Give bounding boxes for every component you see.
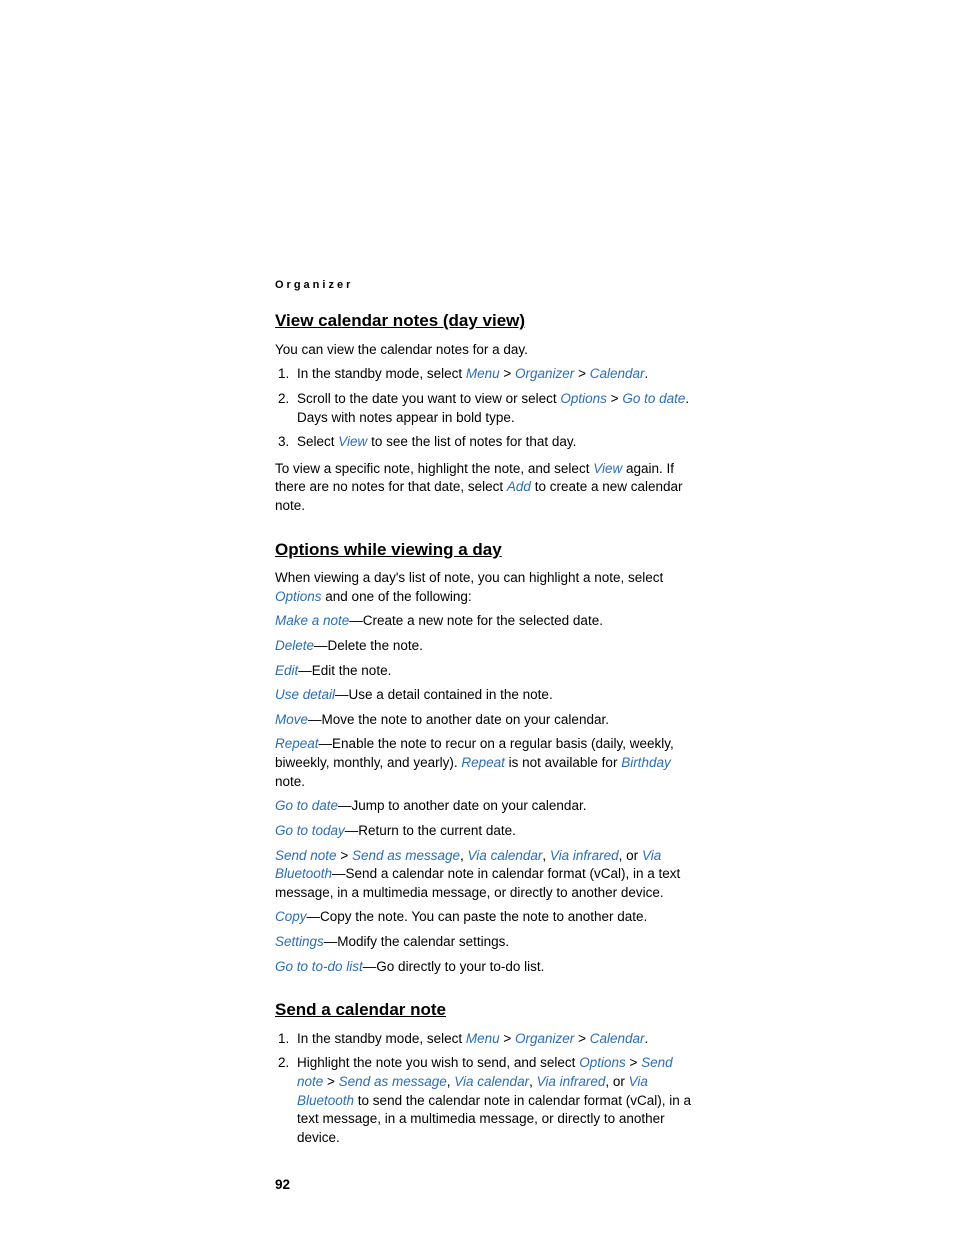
text: , or	[605, 1074, 628, 1089]
text: —Send a calendar note in calendar format…	[275, 866, 680, 900]
menu-keyword: Options	[275, 589, 322, 604]
menu-keyword: Via calendar	[468, 848, 543, 863]
text: —Create a new note for the selected date…	[349, 613, 603, 628]
comma: ,	[542, 848, 550, 863]
sep: >	[626, 1055, 641, 1070]
text: Highlight the note you wish to send, and…	[297, 1055, 579, 1070]
option-keyword: Edit	[275, 663, 298, 678]
text: In the standby mode, select	[297, 366, 466, 381]
text: and one of the following:	[322, 589, 472, 604]
option-line: Go to to-do list—Go directly to your to-…	[275, 958, 692, 977]
comma: ,	[460, 848, 468, 863]
text: .	[645, 1031, 649, 1046]
steps-list-1: In the standby mode, select Menu > Organ…	[275, 365, 692, 452]
text: Scroll to the date you want to view or s…	[297, 391, 560, 406]
text: —Delete the note.	[314, 638, 423, 653]
text: —Use a detail contained in the note.	[335, 687, 553, 702]
menu-keyword: Organizer	[515, 1031, 574, 1046]
text: to see the list of notes for that day.	[367, 434, 576, 449]
option-keyword: Send note	[275, 848, 337, 863]
option-line: Make a note—Create a new note for the se…	[275, 612, 692, 631]
page-number: 92	[275, 1176, 692, 1195]
text: , or	[619, 848, 642, 863]
menu-keyword: Via infrared	[537, 1074, 606, 1089]
menu-keyword: Birthday	[621, 755, 671, 770]
option-line: Go to today—Return to the current date.	[275, 822, 692, 841]
trail-text: To view a specific note, highlight the n…	[275, 460, 692, 516]
text: —Move the note to another date on your c…	[308, 712, 609, 727]
option-keyword: Move	[275, 712, 308, 727]
text: to send the calendar note in calendar fo…	[297, 1093, 691, 1145]
menu-keyword: Organizer	[515, 366, 574, 381]
text: When viewing a day's list of note, you c…	[275, 570, 663, 585]
menu-keyword: Repeat	[461, 755, 505, 770]
menu-keyword: View	[338, 434, 367, 449]
menu-keyword: Via infrared	[550, 848, 619, 863]
sep: >	[574, 1031, 589, 1046]
text: note.	[275, 774, 305, 789]
menu-keyword: Menu	[466, 366, 500, 381]
text: —Copy the note. You can paste the note t…	[307, 909, 648, 924]
option-line: Copy—Copy the note. You can paste the no…	[275, 908, 692, 927]
text: —Edit the note.	[298, 663, 391, 678]
steps-list-2: In the standby mode, select Menu > Organ…	[275, 1030, 692, 1148]
sep: >	[574, 366, 589, 381]
menu-keyword: Options	[579, 1055, 626, 1070]
step-item: Select View to see the list of notes for…	[293, 433, 692, 452]
step-item: Scroll to the date you want to view or s…	[293, 390, 692, 427]
option-line: Move—Move the note to another date on yo…	[275, 711, 692, 730]
option-keyword: Go to today	[275, 823, 345, 838]
menu-keyword: Go to date	[622, 391, 685, 406]
sep: >	[323, 1074, 338, 1089]
menu-keyword: Options	[560, 391, 607, 406]
text: To view a specific note, highlight the n…	[275, 461, 593, 476]
heading-options-viewing-day: Options while viewing a day	[275, 538, 692, 561]
document-page: Organizer View calendar notes (day view)…	[0, 0, 954, 1194]
text: In the standby mode, select	[297, 1031, 466, 1046]
option-line: Go to date—Jump to another date on your …	[275, 797, 692, 816]
option-line: Send note > Send as message, Via calenda…	[275, 847, 692, 903]
option-keyword: Go to date	[275, 798, 338, 813]
comma: ,	[529, 1074, 537, 1089]
step-item: Highlight the note you wish to send, and…	[293, 1054, 692, 1147]
option-line: Use detail—Use a detail contained in the…	[275, 686, 692, 705]
menu-keyword: Send as message	[339, 1074, 447, 1089]
option-keyword: Use detail	[275, 687, 335, 702]
option-line: Settings—Modify the calendar settings.	[275, 933, 692, 952]
menu-keyword: Via calendar	[454, 1074, 529, 1089]
option-keyword: Delete	[275, 638, 314, 653]
text: is not available for	[505, 755, 621, 770]
menu-keyword: Send as message	[352, 848, 460, 863]
menu-keyword: Menu	[466, 1031, 500, 1046]
step-item: In the standby mode, select Menu > Organ…	[293, 1030, 692, 1049]
menu-keyword: Calendar	[590, 366, 645, 381]
text: —Jump to another date on your calendar.	[338, 798, 586, 813]
intro-text: When viewing a day's list of note, you c…	[275, 569, 692, 606]
text: —Modify the calendar settings.	[324, 934, 509, 949]
menu-keyword: Add	[507, 479, 531, 494]
option-keyword: Make a note	[275, 613, 349, 628]
text: Select	[297, 434, 338, 449]
option-line: Repeat—Enable the note to recur on a reg…	[275, 735, 692, 791]
page-header-label: Organizer	[275, 278, 692, 293]
sep: >	[337, 848, 352, 863]
heading-send-calendar-note: Send a calendar note	[275, 998, 692, 1021]
option-keyword: Settings	[275, 934, 324, 949]
intro-text: You can view the calendar notes for a da…	[275, 341, 692, 360]
sep: >	[607, 391, 622, 406]
text: .	[645, 366, 649, 381]
menu-keyword: View	[593, 461, 622, 476]
option-line: Edit—Edit the note.	[275, 662, 692, 681]
sep: >	[500, 1031, 515, 1046]
option-line: Delete—Delete the note.	[275, 637, 692, 656]
heading-view-calendar-notes: View calendar notes (day view)	[275, 309, 692, 332]
text: —Go directly to your to-do list.	[363, 959, 545, 974]
step-item: In the standby mode, select Menu > Organ…	[293, 365, 692, 384]
option-keyword: Copy	[275, 909, 307, 924]
menu-keyword: Calendar	[590, 1031, 645, 1046]
option-keyword: Repeat	[275, 736, 319, 751]
option-keyword: Go to to-do list	[275, 959, 363, 974]
sep: >	[500, 366, 515, 381]
text: —Return to the current date.	[345, 823, 516, 838]
